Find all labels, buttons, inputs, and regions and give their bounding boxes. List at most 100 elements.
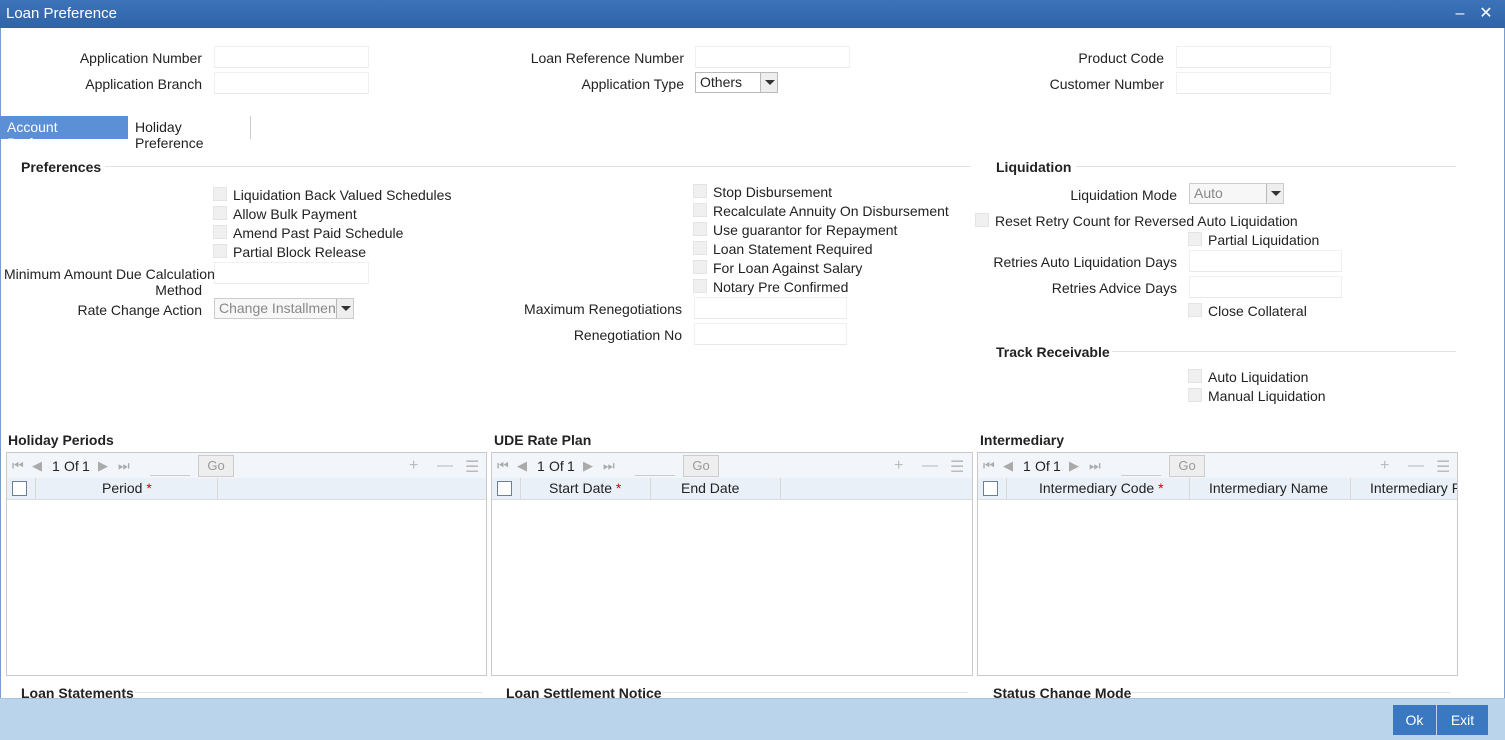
min-amount-method-field[interactable]: [214, 262, 369, 284]
application-branch-label: Application Branch: [85, 76, 202, 92]
delete-row-icon[interactable]: —: [1408, 457, 1424, 475]
last-page-icon[interactable]: ⏭: [1089, 458, 1101, 474]
next-page-icon[interactable]: ▶: [583, 458, 593, 474]
liquidation-mode-select[interactable]: Auto: [1189, 183, 1284, 204]
grid-toolbar: ⏮ ◀ 1 Of 1 ▶ ⏭ Go + — ☰: [492, 453, 972, 478]
page-total: 1: [82, 458, 90, 474]
delete-row-icon[interactable]: —: [437, 457, 453, 475]
minimize-icon[interactable]: –: [1450, 4, 1470, 24]
reset-retry-checkbox[interactable]: [975, 213, 989, 227]
max-renegotiations-label: Maximum Renegotiations: [524, 301, 682, 317]
column-header-end-date: End Date: [681, 480, 740, 496]
select-all-checkbox[interactable]: [12, 481, 27, 496]
add-row-icon[interactable]: +: [894, 457, 903, 475]
prev-page-icon[interactable]: ◀: [517, 458, 527, 474]
page-of: Of: [549, 458, 564, 474]
exit-button[interactable]: Exit: [1437, 705, 1488, 735]
close-collateral-label: Close Collateral: [1208, 303, 1307, 319]
go-button[interactable]: Go: [683, 455, 719, 477]
use-guarantor-checkbox[interactable]: [693, 222, 707, 236]
list-view-icon[interactable]: ☰: [465, 457, 479, 477]
divider: [1130, 692, 1450, 693]
first-page-icon[interactable]: ⏮: [983, 458, 995, 474]
page-of: Of: [1035, 458, 1050, 474]
prev-page-icon[interactable]: ◀: [32, 458, 42, 474]
rate-change-action-select[interactable]: Change Installment: [214, 298, 354, 319]
next-page-icon[interactable]: ▶: [98, 458, 108, 474]
footer-bar: Ok Exit: [0, 698, 1505, 740]
loan-reference-field[interactable]: [695, 46, 850, 68]
list-view-icon[interactable]: ☰: [950, 457, 964, 477]
prev-page-icon[interactable]: ◀: [1003, 458, 1013, 474]
ok-button[interactable]: Ok: [1393, 705, 1436, 735]
notary-pre-confirmed-label: Notary Pre Confirmed: [713, 279, 849, 295]
customer-number-label: Customer Number: [1049, 76, 1164, 92]
divider: [1112, 351, 1456, 352]
column-header-intermediary-name: Intermediary Name: [1209, 480, 1329, 496]
grid-toolbar: ⏮ ◀ 1 Of 1 ▶ ⏭ Go + — ☰: [7, 453, 486, 478]
grid-header: Start Date * End Date: [492, 478, 972, 500]
grid-header: Period *: [7, 478, 486, 500]
close-icon[interactable]: ✕: [1476, 4, 1496, 24]
min-amount-label-line2: Method: [155, 282, 202, 298]
auto-liquidation-checkbox[interactable]: [1188, 369, 1202, 383]
page-total: 1: [567, 458, 575, 474]
first-page-icon[interactable]: ⏮: [12, 458, 24, 474]
customer-number-field[interactable]: [1176, 72, 1331, 94]
track-receivable-heading: Track Receivable: [996, 344, 1110, 360]
preferences-heading: Preferences: [21, 159, 102, 175]
add-row-icon[interactable]: +: [1380, 457, 1389, 475]
last-page-icon[interactable]: ⏭: [603, 458, 615, 474]
select-all-checkbox[interactable]: [497, 481, 512, 496]
first-page-icon[interactable]: ⏮: [497, 458, 509, 474]
stop-disbursement-checkbox[interactable]: [693, 184, 707, 198]
partial-block-release-checkbox[interactable]: [213, 244, 227, 258]
manual-liquidation-label: Manual Liquidation: [1208, 388, 1326, 404]
retries-advice-days-field[interactable]: [1189, 276, 1342, 298]
reset-retry-label: Reset Retry Count for Reversed Auto Liqu…: [995, 213, 1298, 229]
product-code-label: Product Code: [1078, 50, 1164, 66]
close-collateral-checkbox[interactable]: [1188, 303, 1202, 317]
page-total: 1: [1053, 458, 1061, 474]
liquidation-back-valued-checkbox[interactable]: [213, 187, 227, 201]
list-view-icon[interactable]: ☰: [1436, 457, 1450, 477]
column-header-intermediary-rate: Intermediary Ra: [1370, 480, 1457, 496]
select-all-checkbox[interactable]: [983, 481, 998, 496]
divider: [105, 166, 971, 167]
allow-bulk-payment-checkbox[interactable]: [213, 206, 227, 220]
manual-liquidation-checkbox[interactable]: [1188, 388, 1202, 402]
page-current: 1: [52, 458, 60, 474]
page-input[interactable]: [635, 456, 675, 476]
loan-against-salary-checkbox[interactable]: [693, 260, 707, 274]
product-code-field[interactable]: [1176, 46, 1331, 68]
grid-toolbar: ⏮ ◀ 1 Of 1 ▶ ⏭ Go + — ☰: [978, 453, 1457, 478]
retries-auto-liquidation-field[interactable]: [1189, 250, 1342, 272]
loan-statement-required-label: Loan Statement Required: [713, 241, 873, 257]
page-input[interactable]: [1121, 456, 1161, 476]
ude-rate-plan-heading: UDE Rate Plan: [494, 432, 592, 448]
loan-reference-label: Loan Reference Number: [530, 50, 684, 66]
last-page-icon[interactable]: ⏭: [118, 458, 130, 474]
application-number-field[interactable]: [214, 46, 369, 68]
tab-account-preference[interactable]: Account Preference: [0, 116, 128, 151]
partial-liquidation-checkbox[interactable]: [1188, 232, 1202, 246]
application-type-value: Others: [700, 74, 743, 90]
notary-pre-confirmed-checkbox[interactable]: [693, 279, 707, 293]
application-branch-field[interactable]: [214, 72, 369, 94]
amend-past-paid-checkbox[interactable]: [213, 225, 227, 239]
delete-row-icon[interactable]: —: [922, 457, 938, 475]
liquidation-mode-value: Auto: [1194, 185, 1223, 201]
go-button[interactable]: Go: [198, 455, 234, 477]
grid-header: Intermediary Code * Intermediary Name In…: [978, 478, 1457, 500]
max-renegotiations-field[interactable]: [694, 297, 847, 319]
renegotiation-no-field[interactable]: [694, 323, 847, 345]
go-button[interactable]: Go: [1169, 455, 1205, 477]
loan-statement-required-checkbox[interactable]: [693, 241, 707, 255]
application-type-select[interactable]: Others: [695, 72, 778, 93]
page-input[interactable]: [150, 456, 190, 476]
tab-holiday-preference[interactable]: Holiday Preference: [128, 116, 251, 151]
add-row-icon[interactable]: +: [409, 457, 418, 475]
amend-past-paid-label: Amend Past Paid Schedule: [233, 225, 404, 241]
recalculate-annuity-checkbox[interactable]: [693, 203, 707, 217]
next-page-icon[interactable]: ▶: [1069, 458, 1079, 474]
